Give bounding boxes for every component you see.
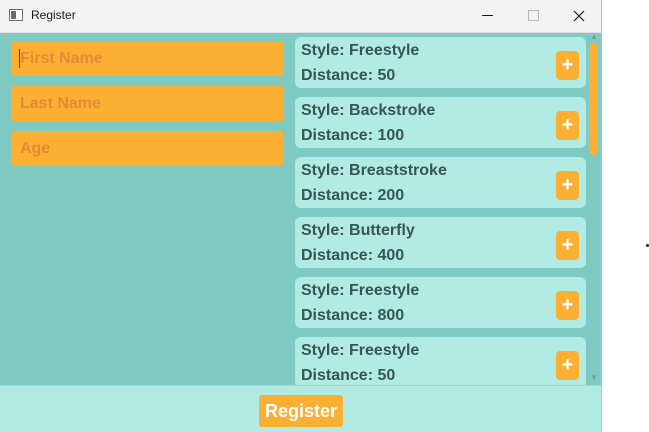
first-name-field[interactable]: First Name: [11, 41, 284, 76]
add-event-button[interactable]: +: [556, 351, 579, 380]
event-card: Style: Butterfly Distance: 400 +: [295, 217, 586, 268]
event-distance: Distance: 100: [301, 127, 405, 144]
event-distance: Distance: 800: [301, 307, 405, 324]
add-event-button[interactable]: +: [556, 111, 579, 140]
event-style: Style: Butterfly: [301, 222, 415, 239]
scroll-thumb[interactable]: [589, 43, 598, 155]
text-caret: [19, 49, 20, 68]
add-event-button[interactable]: +: [556, 51, 579, 80]
event-distance: Distance: 400: [301, 247, 405, 264]
footer-bar: Register: [0, 385, 601, 432]
event-list[interactable]: Style: Freestyle Distance: 50 + Style: B…: [292, 33, 601, 385]
close-icon[interactable]: [556, 0, 602, 32]
age-field[interactable]: Age: [11, 131, 284, 166]
event-distance: Distance: 50: [301, 67, 396, 84]
first-name-placeholder: First Name: [20, 50, 103, 67]
event-card: Style: Backstroke Distance: 100 +: [295, 97, 586, 148]
event-style: Style: Freestyle: [301, 42, 420, 59]
event-card: Style: Breaststroke Distance: 200 +: [295, 157, 586, 208]
scroll-up-icon[interactable]: ▲: [590, 33, 598, 41]
event-card: Style: Freestyle Distance: 50 +: [295, 337, 586, 385]
window-title: Register: [31, 8, 76, 22]
event-card: Style: Freestyle Distance: 800 +: [295, 277, 586, 328]
window-app-icon: [9, 9, 23, 21]
register-button[interactable]: Register: [259, 395, 343, 427]
event-style: Style: Backstroke: [301, 102, 436, 119]
add-event-button[interactable]: +: [556, 291, 579, 320]
event-distance: Distance: 50: [301, 367, 396, 384]
add-event-button[interactable]: +: [556, 231, 579, 260]
last-name-field[interactable]: Last Name: [11, 86, 284, 121]
age-placeholder: Age: [20, 140, 51, 157]
maximize-icon[interactable]: [510, 0, 556, 32]
event-style: Style: Breaststroke: [301, 162, 447, 179]
title-bar[interactable]: Register: [0, 0, 601, 33]
event-list-scrollbar[interactable]: ▲ ▼: [588, 33, 600, 385]
event-style: Style: Freestyle: [301, 282, 420, 299]
event-style: Style: Freestyle: [301, 342, 420, 359]
minimize-icon[interactable]: [464, 0, 510, 32]
register-window: Register First Name Last Name Age Style:…: [0, 0, 602, 432]
last-name-placeholder: Last Name: [20, 95, 101, 112]
add-event-button[interactable]: +: [556, 171, 579, 200]
event-card: Style: Freestyle Distance: 50 +: [295, 37, 586, 88]
close-x-glyph: [573, 10, 585, 22]
event-distance: Distance: 200: [301, 187, 405, 204]
scroll-down-icon[interactable]: ▼: [590, 374, 598, 382]
